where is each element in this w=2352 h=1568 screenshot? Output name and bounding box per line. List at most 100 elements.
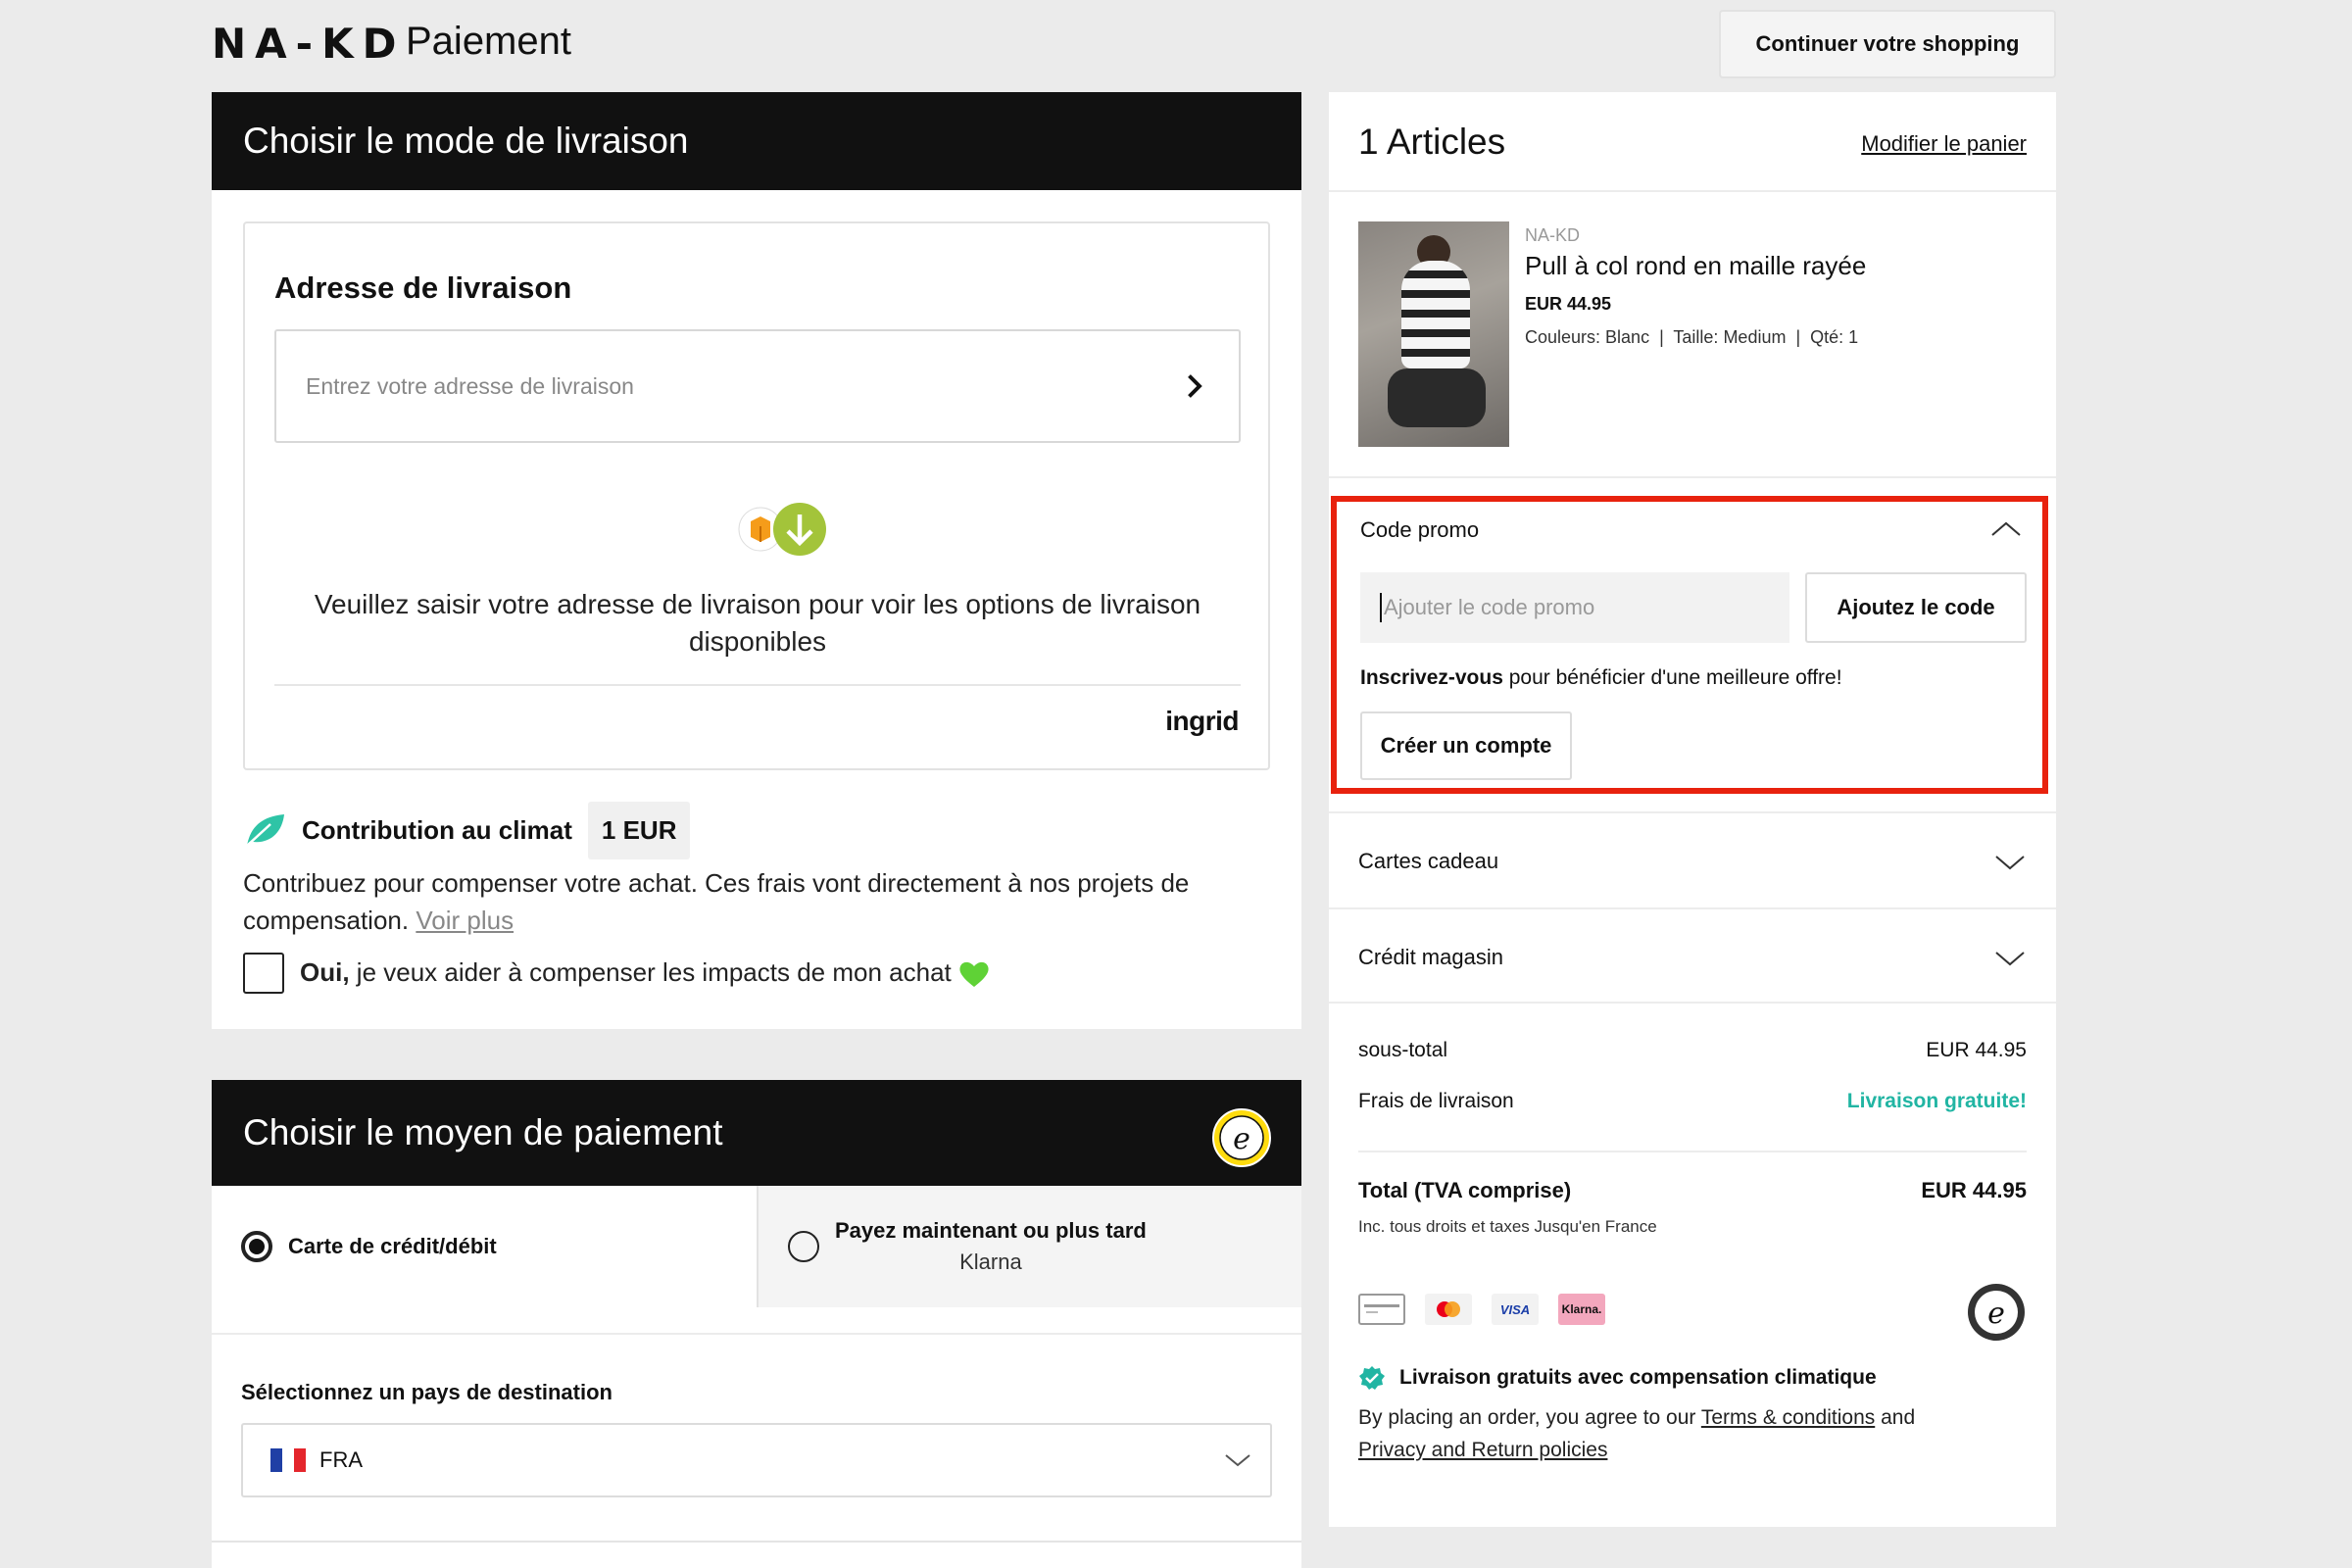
add-code-button[interactable]: Ajoutez le code bbox=[1805, 572, 2027, 643]
mastercard-icon bbox=[1425, 1294, 1472, 1325]
product-image[interactable] bbox=[1358, 221, 1509, 447]
country-select[interactable]: FRA bbox=[241, 1423, 1272, 1497]
subtotal-label: sous-total bbox=[1358, 1039, 1448, 1061]
product-brand: NA-KD bbox=[1525, 225, 1581, 245]
country-value: FRA bbox=[319, 1447, 363, 1472]
trusted-shops-icon: e bbox=[1968, 1284, 2025, 1341]
gift-cards-label: Cartes cadeau bbox=[1358, 849, 1499, 873]
address-placeholder: Entrez votre adresse de livraison bbox=[306, 372, 634, 399]
order-summary: 1 Articles Modifier le panier NA-KD Pull… bbox=[1329, 92, 2056, 1527]
climate-shipping-note: Livraison gratuits avec compensation cli… bbox=[1358, 1364, 1877, 1392]
promo-code-section: Code promo Ajouter le code promo Ajoutez… bbox=[1331, 496, 2048, 794]
divider bbox=[212, 1541, 1301, 1543]
shipping-row: Frais de livraison Livraison gratuite! bbox=[1358, 1090, 2027, 1113]
divider bbox=[1358, 1151, 2027, 1152]
address-message: Veuillez saisir votre adresse de livrais… bbox=[314, 589, 1201, 657]
header: NA-KD Paiement Continuer votre shopping bbox=[212, 0, 2056, 88]
privacy-link[interactable]: Privacy and Return policies bbox=[1358, 1439, 1607, 1461]
product-name[interactable]: Pull à col rond en maille rayée bbox=[1525, 251, 1866, 281]
promo-code-input[interactable]: Ajouter le code promo bbox=[1360, 572, 1789, 643]
divider bbox=[1329, 1002, 2056, 1004]
checkbox-label-bold: Oui, bbox=[300, 956, 350, 987]
climate-shipping-text: Livraison gratuits avec compensation cli… bbox=[1399, 1366, 1877, 1389]
payment-methods: VISA Klarna. bbox=[1358, 1294, 1605, 1325]
verified-check-icon bbox=[1359, 1366, 1385, 1390]
delivery-panel: Choisir le mode de livraison Adresse de … bbox=[212, 92, 1301, 1029]
divider bbox=[1329, 476, 2056, 478]
payment-heading-text: Choisir le moyen de paiement bbox=[243, 1112, 723, 1152]
chevron-up-icon[interactable] bbox=[1989, 519, 2023, 539]
total-row: Total (TVA comprise) EUR 44.95 bbox=[1358, 1178, 2027, 1203]
svg-text:e: e bbox=[1987, 1297, 2005, 1331]
signup-bold[interactable]: Inscrivez-vous bbox=[1360, 666, 1503, 689]
klarna-sub: Klarna bbox=[959, 1250, 1022, 1274]
payment-tabs: Carte de crédit/débit Payez maintenant o… bbox=[212, 1186, 1301, 1307]
see-more-link[interactable]: Voir plus bbox=[416, 906, 514, 935]
promo-title[interactable]: Code promo bbox=[1360, 517, 1479, 543]
page-title: Paiement bbox=[406, 20, 571, 63]
divider bbox=[212, 1333, 1301, 1335]
klarna-icon: Klarna. bbox=[1558, 1294, 1605, 1325]
legal-pre: By placing an order, you agree to our bbox=[1358, 1406, 1701, 1429]
chevron-down-icon bbox=[1995, 952, 2025, 966]
climate-checkbox[interactable] bbox=[243, 953, 284, 994]
total-label: Total (TVA comprise) bbox=[1358, 1178, 1572, 1202]
credit-card-label: Carte de crédit/débit bbox=[288, 1234, 497, 1258]
klarna-text: Payez maintenant ou plus tard Klarna bbox=[835, 1218, 1147, 1275]
country-label: Sélectionnez un pays de destination bbox=[241, 1380, 612, 1404]
signup-prompt: Inscrivez-vous pour bénéficier d'une mei… bbox=[1360, 666, 1842, 690]
text-caret bbox=[1380, 593, 1382, 622]
svg-text:e: e bbox=[1233, 1122, 1250, 1156]
chevron-right-icon bbox=[1188, 374, 1202, 398]
promo-placeholder: Ajouter le code promo bbox=[1384, 595, 1595, 619]
total-value: EUR 44.95 bbox=[1921, 1178, 2027, 1202]
divider bbox=[274, 684, 1241, 686]
address-input[interactable]: Entrez votre adresse de livraison bbox=[274, 329, 1241, 443]
continue-shopping-button[interactable]: Continuer votre shopping bbox=[1719, 10, 2056, 78]
edit-cart-link[interactable]: Modifier le panier bbox=[1861, 131, 2027, 157]
tab-klarna[interactable]: Payez maintenant ou plus tard Klarna bbox=[757, 1186, 1301, 1307]
card-icon bbox=[1358, 1294, 1405, 1325]
create-account-button[interactable]: Créer un compte bbox=[1360, 711, 1572, 780]
store-credit-label: Crédit magasin bbox=[1358, 945, 1503, 969]
legal-mid: and bbox=[1875, 1406, 1916, 1429]
leaf-icon bbox=[246, 814, 284, 847]
payment-heading: Choisir le moyen de paiement e bbox=[212, 1080, 1301, 1186]
product-meta: Couleurs: Blanc | Taille: Medium | Qté: … bbox=[1525, 327, 1859, 347]
store-credit-accordion[interactable]: Crédit magasin bbox=[1329, 909, 2056, 1004]
climate-checkbox-label: Oui, je veux aider à compenser les impac… bbox=[300, 957, 991, 989]
terms-link[interactable]: Terms & conditions bbox=[1701, 1406, 1875, 1429]
trusted-shops-icon: e bbox=[1212, 1108, 1271, 1167]
green-heart-icon bbox=[959, 961, 989, 988]
address-title: Adresse de livraison bbox=[274, 270, 572, 305]
climate-description: Contribuez pour compenser votre achat. C… bbox=[243, 864, 1282, 939]
radio-credit-card[interactable] bbox=[241, 1231, 272, 1262]
climate-text: Contribuez pour compenser votre achat. C… bbox=[243, 868, 1190, 935]
ingrid-logo: ingrid bbox=[1165, 706, 1239, 736]
articles-count: 1 Articles bbox=[1358, 122, 1506, 162]
visa-icon: VISA bbox=[1492, 1294, 1539, 1325]
shipping-value: Livraison gratuite! bbox=[1846, 1090, 2027, 1112]
radio-klarna[interactable] bbox=[788, 1231, 819, 1262]
legal-text: By placing an order, you agree to our Te… bbox=[1358, 1401, 2027, 1466]
shipping-icon bbox=[738, 503, 826, 556]
checkbox-label-text: je veux aider à compenser les impacts de… bbox=[349, 956, 952, 987]
klarna-label: Payez maintenant ou plus tard bbox=[835, 1218, 1147, 1243]
chevron-down-icon bbox=[1225, 1454, 1250, 1467]
gift-cards-accordion[interactable]: Cartes cadeau bbox=[1329, 813, 2056, 907]
signup-text: pour bénéficier d'une meilleure offre! bbox=[1502, 666, 1842, 689]
product-price: EUR 44.95 bbox=[1525, 294, 1612, 314]
climate-amount-badge: 1 EUR bbox=[587, 801, 691, 859]
tab-credit-card[interactable]: Carte de crédit/débit bbox=[212, 1186, 757, 1307]
logo[interactable]: NA-KD bbox=[212, 20, 406, 68]
climate-checkbox-row[interactable]: Oui, je veux aider à compenser les impac… bbox=[243, 953, 1282, 994]
address-box: Adresse de livraison Entrez votre adress… bbox=[243, 221, 1270, 770]
subtotal-row: sous-total EUR 44.95 bbox=[1358, 1039, 2027, 1062]
delivery-heading: Choisir le mode de livraison bbox=[212, 92, 1301, 190]
payment-section: Choisir le moyen de paiement e Carte de … bbox=[212, 1080, 1301, 1568]
tax-note: Inc. tous droits et taxes Jusqu'en Franc… bbox=[1358, 1217, 1657, 1236]
delivery-section: Choisir le mode de livraison Adresse de … bbox=[212, 92, 1301, 1029]
shipping-label: Frais de livraison bbox=[1358, 1090, 1514, 1112]
divider bbox=[1329, 190, 2056, 192]
climate-title: Contribution au climat bbox=[302, 814, 572, 845]
